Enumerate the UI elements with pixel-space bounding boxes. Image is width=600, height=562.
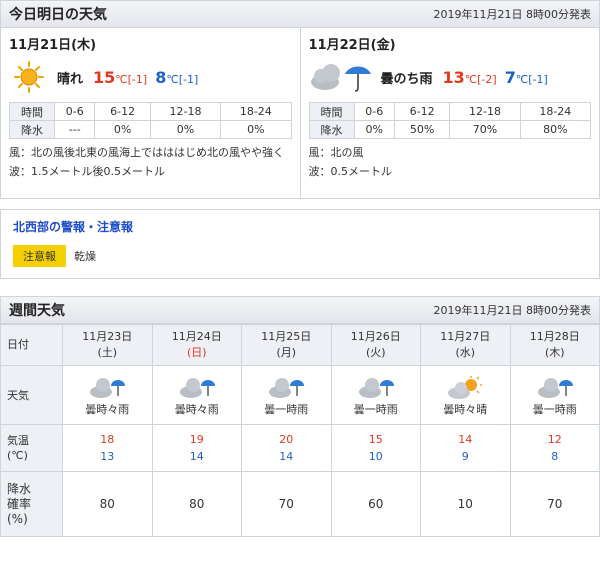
rain-cell: 0% [94,120,151,139]
advisory-badge: 注意報 [13,245,66,267]
week-temp-cell: 14 9 [420,424,511,472]
week-temp-cell: 12 8 [509,424,600,472]
sun-icon [9,60,49,94]
time-label: 時間 [9,102,55,121]
weekly-header: 週間天気 2019年11月21日 8時00分発表 [0,296,600,324]
period-cell: 18-24 [519,102,592,121]
week-weather-cell: 曇時々晴 [420,365,511,425]
date-row-label: 日付 [0,324,63,366]
today-rain-table: 時間 0-6 6-12 12-18 18-24 降水 --- 0% 0% 0% [9,102,292,139]
rain-cell: 70% [449,120,521,139]
rain-label: 降水 [9,120,55,139]
today-tomorrow-title: 今日明日の天気 [9,7,107,23]
weekly-table: 日付 11月23日 (土) 11月24日 (日) 11月25日 (月) 11月26日(… [0,324,600,537]
week-temp-cell: 20 14 [241,424,332,472]
week-pop-cell: 60 [330,471,421,537]
today-tomorrow-panel: 11月21日(木) 晴れ 15℃[-1] 8℃[-1] 時間 0-6 6-12 … [0,28,600,199]
rain-cell: 0% [149,120,222,139]
week-date-cell: 11月24日 (日) [151,324,242,366]
today-date: 11月21日(木) [9,38,97,53]
today-card: 11月21日(木) 晴れ 15℃[-1] 8℃[-1] 時間 0-6 6-12 … [1,28,300,198]
cloud-rain-icon [309,60,373,94]
today-low-temp: 8℃[-1] [155,67,199,87]
today-high-temp: 15℃[-1] [93,67,148,87]
today-wind: 風：北の風後北東の風海上ではははじめ北の風やや強く [9,146,284,159]
rain-cell: 80% [519,120,592,139]
week-date-cell: 11月28日 (木) [509,324,600,366]
pop-row-label: 降水 確率 (%) [0,471,63,537]
week-pop-cell: 70 [241,471,332,537]
advisory-value: 乾燥 [74,250,96,263]
time-label: 時間 [308,102,355,121]
period-cell: 6-12 [94,102,151,121]
rain-cell: --- [53,120,96,139]
week-pop-cell: 10 [420,471,511,537]
weekly-issued: 2019年11月21日 8時00分発表 [433,304,591,317]
cloud-rain-icon [358,375,394,401]
today-weather: 晴れ [57,71,84,87]
warnings-box: 北西部の警報・注意報 注意報 乾燥 [0,209,600,279]
tomorrow-low-temp: 7℃[-1] [504,67,548,87]
week-weather-cell: 曇一時雨 [509,365,600,425]
week-pop-cell: 80 [151,471,242,537]
week-temp-cell: 18 13 [62,424,153,472]
period-cell: 18-24 [220,102,292,121]
tomorrow-date: 11月22日(金) [308,38,396,53]
warnings-row: 注意報 乾燥 [13,245,587,267]
period-cell: 12-18 [149,102,222,121]
today-tomorrow-issued: 2019年11月21日 8時00分発表 [433,8,591,21]
week-weather-cell: 曇時々雨 [62,365,153,425]
today-tomorrow-header: 今日明日の天気 2019年11月21日 8時00分発表 [0,0,600,28]
cloud-rain-icon [537,375,573,401]
week-weather-cell: 曇一時雨 [241,365,332,425]
week-date-cell: 11月27日 (水) [420,324,511,366]
period-cell: 6-12 [393,102,451,121]
rain-cell: 50% [393,120,451,139]
rain-cell: 0% [353,120,395,139]
temp-row-label: 気温 (℃) [0,424,63,472]
weather-row-label: 天気 [0,365,63,425]
week-date-cell: 11月25日 (月) [241,324,332,366]
cloud-rain-icon [179,375,215,401]
week-pop-cell: 70 [509,471,600,537]
period-cell: 0-6 [53,102,96,121]
week-temp-cell: 19 14 [151,424,242,472]
tomorrow-weather: 曇のち雨 [380,71,433,87]
period-cell: 0-6 [353,102,395,121]
period-cell: 12-18 [449,102,521,121]
warnings-title[interactable]: 北西部の警報・注意報 [13,218,587,235]
week-pop-cell: 80 [62,471,153,537]
today-summary: 晴れ 15℃[-1] 8℃[-1] [9,54,292,100]
week-temp-cell: 15 10 [330,424,421,472]
cloud-rain-icon [89,375,126,401]
tomorrow-summary: 曇のち雨 13℃[-2] 7℃[-1] [309,54,592,100]
tomorrow-rain-table: 時間 0-6 6-12 12-18 18-24 降水 0% 50% 70% 80… [308,102,592,139]
tomorrow-wind: 風：北の風 [308,146,364,159]
rain-label: 降水 [308,120,355,139]
week-weather-cell: 曇時々雨 [151,365,242,425]
cloud-sun-icon [447,375,483,401]
rain-cell: 0% [220,120,292,139]
tomorrow-high-temp: 13℃[-2] [442,67,497,87]
tomorrow-wave: 波：0.5メートル [308,165,393,178]
cloud-rain-icon [268,375,305,401]
week-weather-cell: 曇一時雨 [330,365,421,425]
tomorrow-card: 11月22日(金) 曇のち雨 13℃[-2] 7℃[-1] 時間 0-6 6-1… [299,28,600,198]
weekly-title: 週間天気 [9,303,65,319]
week-date-cell: 11月23日 (土) [62,324,153,366]
today-wave: 波：1.5メートル後0.5メートル [9,165,165,178]
week-date-cell: 11月26日 (火) [330,324,421,366]
